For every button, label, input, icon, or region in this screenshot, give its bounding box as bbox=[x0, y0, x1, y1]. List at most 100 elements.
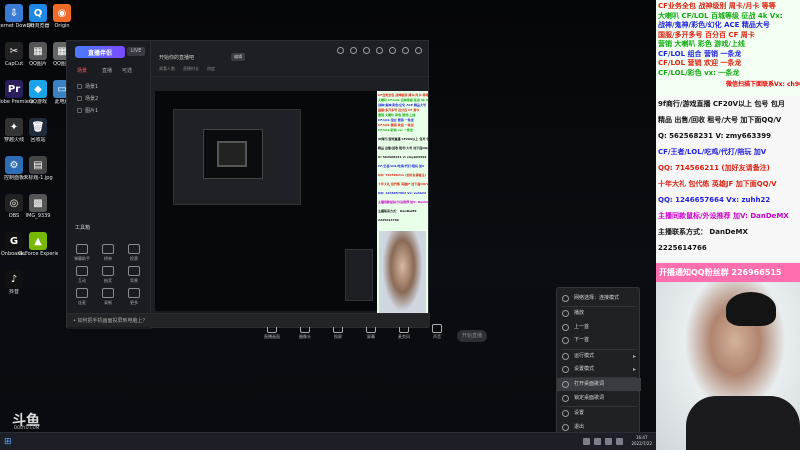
preview-overlay-text: CF/王者/LOL/吃鸡/代打/陪玩 加V bbox=[378, 164, 425, 168]
qq-group-banner: 开播通知QQ粉丝群 226966515 bbox=[656, 263, 800, 282]
overlay-text-line: 国服/多开多号 百分百 CF 周卡 bbox=[658, 30, 755, 39]
preview-overlay-text: QQ: 1246657664 Vx: zuhh22 bbox=[378, 191, 427, 195]
preview-overlay-text: 大喇叭 CF/LOL 百城等级 征战 4k Vx: bbox=[378, 98, 428, 102]
skin-icon[interactable] bbox=[350, 47, 357, 54]
tool-item[interactable]: 连麦 bbox=[71, 288, 93, 306]
meta-heat: 热度 bbox=[207, 66, 215, 71]
desktop-icon[interactable]: ▩ IMG_9339 bbox=[20, 194, 56, 219]
checkbox-icon[interactable] bbox=[77, 84, 82, 89]
tray-icon[interactable] bbox=[594, 437, 602, 445]
menu-item-icon bbox=[562, 394, 569, 402]
control-item[interactable]: 声音 bbox=[427, 324, 447, 340]
menu-item-icon bbox=[562, 323, 569, 331]
preview-camera bbox=[379, 231, 426, 319]
edit-chip[interactable]: 编辑 bbox=[231, 53, 245, 61]
menu-item[interactable]: 网络选择：连接模式 bbox=[557, 292, 641, 305]
menu-item-label: 运行模式 bbox=[574, 352, 595, 359]
app-tip[interactable]: • 如何把手机画面投屏到电脑上？ bbox=[67, 313, 430, 327]
speaker-icon bbox=[432, 324, 442, 333]
settings-icon[interactable] bbox=[376, 47, 383, 54]
tool-item[interactable]: 榜单 bbox=[97, 244, 119, 262]
desktop-icon[interactable]: ▤ 未标题-1.jpg bbox=[20, 156, 56, 181]
desktop-icon[interactable]: 🗑 回收站 bbox=[20, 118, 56, 143]
preview-overlay: CF业务全包 战神级别 周卡/月卡 等等 大喇叭 CF/LOL 百城等级 征战 4… bbox=[377, 91, 428, 319]
go-live-button[interactable]: 开始直播 bbox=[457, 330, 487, 342]
app-left-panel: 直播伴侣 LIVE 场景 直播 可选 场景1 场景2 图片1 工具箱 弹幕助手 … bbox=[67, 41, 151, 329]
menu-item[interactable]: 打开桌面歌词 bbox=[557, 378, 641, 392]
menu-item[interactable]: 运行模式 ▸ bbox=[557, 350, 641, 363]
preview-overlay-text: 9f商行/游戏直播 CF20V以上 包号 包月 bbox=[378, 137, 428, 141]
tool-item[interactable]: 录制 bbox=[97, 288, 119, 306]
desktop-icon[interactable]: ♪ 抖音 bbox=[0, 270, 32, 295]
menu-item[interactable]: 下一首 bbox=[557, 334, 641, 347]
system-tray: 16:47 2022/7/22 bbox=[583, 435, 652, 447]
preview-overlay-text: 国服/多开多号 百分百 CF 周卡 bbox=[378, 108, 420, 112]
app-icon: ▤ bbox=[29, 156, 47, 174]
tool-icon bbox=[102, 244, 114, 254]
menu-item-label: 播放 bbox=[574, 310, 585, 317]
desktop-icon[interactable]: ◉ Origin bbox=[44, 4, 80, 29]
overlay-text-line: Q: 562568231 V: zmy663399 bbox=[658, 132, 771, 140]
overlay-text-line: 9f商行/游戏直播 CF20V以上 包号 包月 bbox=[658, 100, 785, 108]
preview-overlay-text: 营销 大喇叭 彩色 游戏/上线 bbox=[378, 113, 416, 117]
preview-overlay-text: CF/LOL/彩色 vx: 一条龙 bbox=[378, 128, 413, 132]
menu-item[interactable]: 锁定桌面歌词 bbox=[557, 392, 641, 405]
overlay-text-line: 主播联系方式： DanDeMX bbox=[658, 228, 748, 236]
overlay-text-line: CF业务全包 战神级别 周卡/月卡 等等 bbox=[658, 2, 776, 10]
tool-item[interactable]: 弹幕助手 bbox=[71, 244, 93, 262]
tab-live[interactable]: 直播 bbox=[102, 67, 112, 74]
scene-item[interactable]: 场景1 bbox=[77, 83, 98, 90]
minimize-icon[interactable] bbox=[389, 47, 396, 54]
app-icon: ♪ bbox=[5, 270, 23, 288]
tray-icon[interactable] bbox=[583, 437, 591, 445]
menu-item[interactable]: 播放 bbox=[557, 307, 641, 320]
menu-item[interactable]: 上一首 bbox=[557, 321, 641, 334]
maximize-icon[interactable] bbox=[402, 47, 409, 54]
menu-item-icon bbox=[562, 352, 569, 360]
menu-item[interactable]: 设置模式 ▸ bbox=[557, 363, 641, 376]
menu-item[interactable]: 设置 bbox=[557, 407, 641, 420]
menu-item-label: 设置模式 bbox=[574, 366, 595, 372]
tab-scene[interactable]: 场景 bbox=[77, 67, 87, 74]
scene-item[interactable]: 场景2 bbox=[77, 95, 98, 102]
preview-overlay-text: 2225614766 bbox=[378, 218, 399, 222]
tab-optional[interactable]: 可选 bbox=[122, 67, 132, 74]
tool-item[interactable]: 更多 bbox=[123, 288, 145, 306]
menu-item-icon bbox=[562, 410, 569, 418]
app-badge: LIVE bbox=[127, 47, 145, 56]
menu-item-label: 下一首 bbox=[574, 337, 590, 344]
clock[interactable]: 16:47 2022/7/22 bbox=[631, 435, 652, 447]
overlay-text-line: 营销 大喇叭 彩色 游戏/上线 bbox=[658, 40, 745, 48]
tool-icon bbox=[128, 244, 140, 254]
message-icon[interactable] bbox=[363, 47, 370, 54]
network-icon[interactable] bbox=[605, 437, 613, 445]
tool-icon bbox=[128, 266, 140, 276]
menu-item-icon bbox=[562, 310, 569, 318]
streamer-shirt bbox=[686, 396, 800, 450]
close-icon[interactable] bbox=[415, 47, 422, 54]
checkbox-icon[interactable] bbox=[77, 108, 82, 113]
menu-item-label: 设置 bbox=[574, 410, 585, 417]
desktop-icon[interactable]: ▲GeForce Experience bbox=[18, 232, 58, 257]
scene-item[interactable]: 图片1 bbox=[77, 107, 98, 114]
preview-desktop bbox=[155, 91, 377, 319]
stream-title[interactable]: 开始你的直播吧 bbox=[159, 54, 194, 61]
overlay-text-line: CF/LOL/彩色 vx: 一条龙 bbox=[658, 68, 740, 77]
tool-item[interactable]: 投票 bbox=[123, 244, 145, 262]
app-header: 开始你的直播吧 编辑 观看人数 直播时长 热度 bbox=[151, 41, 430, 77]
tool-item[interactable]: 互动 bbox=[71, 266, 93, 284]
menu-item-label: 上一首 bbox=[574, 323, 590, 330]
avatar-icon[interactable] bbox=[337, 47, 344, 54]
tool-item[interactable]: 背景 bbox=[123, 266, 145, 284]
tool-icon bbox=[76, 266, 88, 276]
checkbox-icon[interactable] bbox=[77, 96, 82, 101]
overlay-text-line: QQ: 714566211 (加好友请备注) bbox=[658, 164, 770, 172]
app-icon: 🗑 bbox=[29, 118, 47, 136]
menu-item-label: 退出 bbox=[574, 423, 585, 430]
live-app-window[interactable]: 直播伴侣 LIVE 场景 直播 可选 场景1 场景2 图片1 工具箱 弹幕助手 … bbox=[66, 40, 487, 342]
stream-preview[interactable]: CF业务全包 战神级别 周卡/月卡 等等 大喇叭 CF/LOL 百城等级 征战 4… bbox=[155, 91, 428, 319]
start-button[interactable]: ⊞ bbox=[4, 437, 12, 447]
volume-icon[interactable] bbox=[616, 437, 624, 445]
overlay-text-line: CF/LOL 营销 欢迎 一条龙 bbox=[658, 59, 742, 67]
tool-item[interactable]: 抽奖 bbox=[97, 266, 119, 284]
